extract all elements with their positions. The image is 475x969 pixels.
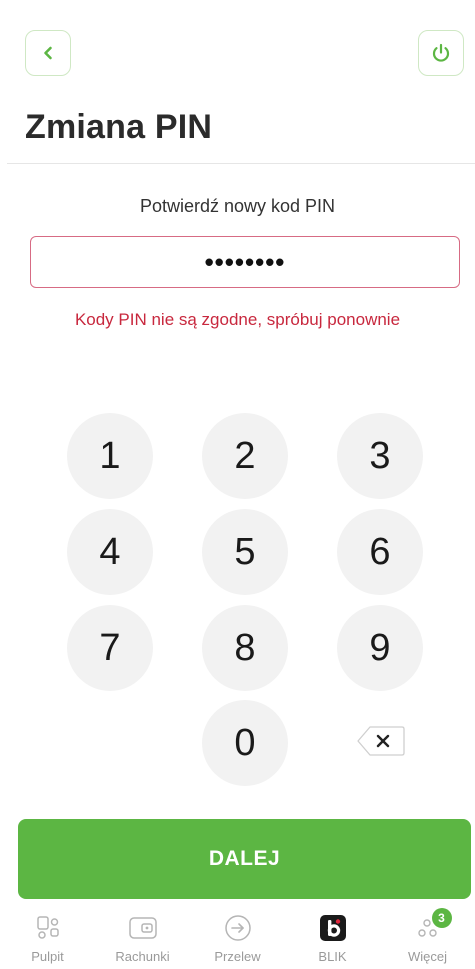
wallet-icon [128,913,158,943]
tab-przelew[interactable]: Przelew [190,900,285,969]
keypad-key-5[interactable]: 5 [202,509,288,595]
keypad-key-1[interactable]: 1 [67,413,153,499]
keypad-key-7[interactable]: 7 [67,605,153,691]
tab-blik[interactable]: BLIK [285,900,380,969]
keypad-key-2[interactable]: 2 [202,413,288,499]
tab-label-blik: BLIK [318,949,347,964]
power-icon [432,43,450,62]
transfer-arrow-icon [223,913,253,943]
pin-error-message: Kody PIN nie są zgodne, spróbuj ponownie [74,310,401,329]
pin-prompt: Potwierdź nowy kod PIN [139,196,336,216]
keypad-key-4[interactable]: 4 [67,509,153,595]
dashboard-icon [33,913,63,943]
tab-label-przelew: Przelew [214,949,261,964]
notification-badge: 3 [431,908,452,928]
keypad-key-8[interactable]: 8 [202,605,288,691]
tab-label-pulpit: Pulpit [31,949,64,964]
back-button[interactable] [25,30,71,76]
bottom-tab-bar: Pulpit Rachunki Przelew BLIK 3 Więcej [0,900,475,969]
keypad-key-0[interactable]: 0 [202,700,288,786]
keypad-key-6[interactable]: 6 [337,509,423,595]
pin-input[interactable]: •••••••• [30,236,460,288]
backspace-button[interactable] [356,725,406,757]
chevron-left-icon [44,46,52,60]
page-title: Zmiana PIN [25,108,213,146]
keypad-key-9[interactable]: 9 [337,605,423,691]
blik-icon [318,913,348,943]
next-button[interactable]: DALEJ [18,819,471,899]
tab-label-rachunki: Rachunki [115,949,170,964]
tab-label-wiecej: Więcej [407,949,447,964]
tab-wiecej[interactable]: 3 Więcej [380,900,475,969]
header-divider [7,163,475,164]
tab-rachunki[interactable]: Rachunki [95,900,190,969]
backspace-icon [357,726,405,756]
keypad-key-3[interactable]: 3 [337,413,423,499]
tab-pulpit[interactable]: Pulpit [0,900,95,969]
logout-button[interactable] [418,30,464,76]
